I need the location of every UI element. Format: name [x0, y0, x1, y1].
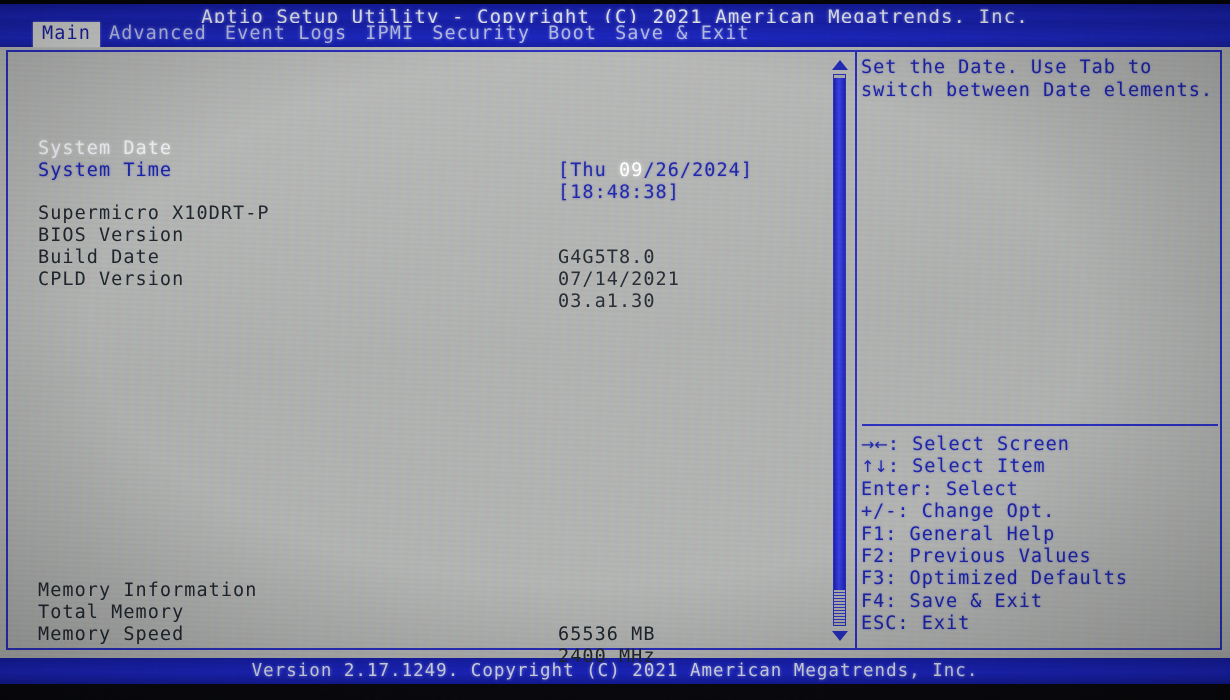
help-panel-divider — [862, 424, 1218, 426]
setting-label-cpld-version: CPLD Version — [38, 269, 185, 290]
key-legend-enter-select: Enter: Select — [861, 478, 1019, 500]
setting-row-system-date[interactable]: System Date [Thu 09/26/2024] — [10, 116, 752, 181]
help-description: Set the Date. Use Tab to switch between … — [861, 57, 1214, 101]
key-legend-select-item-text: : Select Item — [887, 456, 1046, 478]
system-date-prefix: [Thu — [558, 160, 619, 181]
key-legend-esc-exit: ESC: Exit — [861, 613, 971, 635]
setting-value-system-time[interactable]: [18:48:38] — [558, 182, 680, 204]
tab-event-logs[interactable]: Event Logs — [216, 22, 356, 47]
key-legend-select-item: ↑↓: Select Item — [861, 456, 1221, 478]
key-legend-change-opt: +/-: Change Opt. — [861, 501, 1056, 523]
setting-row-cpld-version: CPLD Version 03.a1.30 — [10, 247, 654, 312]
scroll-up-arrow-icon[interactable] — [832, 60, 848, 70]
setting-value-total-memory: 65536 MB — [558, 624, 656, 645]
key-legend-f3-defaults: F3: Optimized Defaults — [861, 568, 1129, 590]
up-down-arrows-icon: ↑↓ — [861, 457, 888, 477]
setting-label-memory-speed: Memory Speed — [38, 624, 185, 645]
scroll-down-arrow-icon[interactable] — [832, 631, 848, 641]
scrollbar-thumb[interactable] — [834, 78, 845, 590]
scrollbar-track-dots — [834, 591, 845, 623]
system-date-selected-field[interactable]: 09 — [619, 160, 643, 181]
key-legend-select-screen: →←: Select Screen — [861, 434, 1221, 456]
tab-ipmi[interactable]: IPMI — [356, 22, 423, 47]
key-legend-f1-general-help: F1: General Help — [861, 523, 1056, 545]
setting-row-system-time[interactable]: System Time [18:48:38] — [10, 138, 679, 203]
left-right-arrows-icon: →← — [861, 435, 888, 454]
setting-value-memory-speed: 2400 MHz — [558, 646, 656, 667]
setting-row-memory-speed: Memory Speed 2400 MHz — [10, 602, 654, 667]
settings-scrollbar[interactable] — [829, 58, 851, 643]
setting-label-system-time: System Time — [38, 160, 173, 181]
setting-value-bios-version: G4G5T8.0 — [558, 247, 656, 268]
setting-value-system-date[interactable]: [Thu 09/26/2024] — [558, 160, 753, 182]
tab-boot[interactable]: Boot — [539, 22, 606, 47]
help-panel: Set the Date. Use Tab to switch between … — [861, 56, 1217, 102]
tab-strip: Main Advanced Event Logs IPMI Security B… — [33, 22, 759, 48]
tab-advanced[interactable]: Advanced — [100, 22, 216, 47]
tab-security[interactable]: Security — [423, 22, 539, 47]
tab-save-exit[interactable]: Save & Exit — [606, 22, 759, 47]
tab-main[interactable]: Main — [33, 22, 100, 47]
bios-setup-screen: Aptio Setup Utility - Copyright (C) 2021… — [0, 0, 1230, 700]
memory-information-heading: Memory Information — [10, 558, 256, 601]
key-legend: →←: Select Screen ↑↓: Select Item Enter:… — [861, 434, 1221, 636]
setting-value-cpld-version: 03.a1.30 — [558, 291, 656, 312]
system-date-suffix: /26/2024] — [643, 160, 754, 181]
board-model-row: Supermicro X10DRT-P — [10, 181, 269, 224]
key-legend-select-screen-text: : Select Screen — [887, 434, 1070, 455]
key-legend-f4-save-exit: F4: Save & Exit — [861, 590, 1044, 612]
setting-row-bios-version: BIOS Version G4G5T8.0 — [10, 203, 654, 268]
setting-value-build-date: 07/14/2021 — [558, 269, 680, 290]
panel-vertical-divider — [855, 52, 857, 648]
key-legend-f2-previous: F2: Previous Values — [861, 546, 1092, 568]
screen-bottom-bezel — [0, 684, 1230, 700]
setting-row-build-date: Build Date 07/14/2021 — [10, 225, 679, 290]
setting-row-total-memory: Total Memory 65536 MB — [10, 580, 654, 645]
settings-panel: System Date [Thu 09/26/2024] System Time… — [10, 54, 822, 667]
